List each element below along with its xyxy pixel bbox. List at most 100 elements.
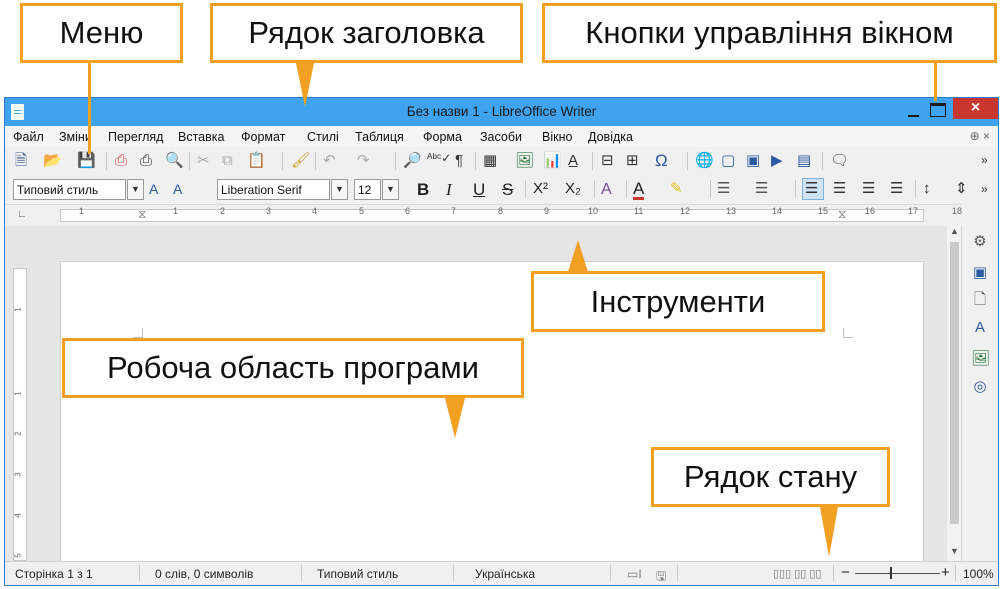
ruler-number: 17 [908, 206, 919, 216]
insert-chart-icon[interactable]: 📊 [543, 153, 562, 168]
paragraph-style-chevron-icon[interactable]: ▼ [127, 179, 144, 200]
sidebar-navigator-icon[interactable]: ◎ [971, 377, 989, 395]
maximize-button[interactable] [930, 103, 946, 117]
cut-icon[interactable]: ✂ [197, 153, 210, 168]
insert-table-icon[interactable]: ▦ [483, 153, 497, 168]
subscript-button[interactable]: X₂ [565, 180, 581, 197]
align-left-icon[interactable]: ☰ [805, 181, 818, 196]
italic-button[interactable]: I [446, 180, 452, 200]
sidebar-gallery-icon[interactable]: 🖼 [971, 349, 990, 367]
scroll-up-icon[interactable]: ▲ [950, 226, 959, 236]
status-page[interactable]: Сторінка 1 з 1 [15, 567, 93, 581]
justify-icon[interactable]: ☰ [890, 181, 903, 196]
menu-tools[interactable]: Засоби [480, 130, 522, 144]
highlight-color-icon[interactable]: ✎ [670, 181, 683, 196]
redo-icon[interactable]: ↷ [357, 153, 370, 168]
menu-form[interactable]: Форма [423, 130, 462, 144]
close-document-icon[interactable]: ⊕ × [970, 129, 990, 143]
line-spacing-icon[interactable]: ↕ [923, 181, 931, 196]
insert-bookmark-icon[interactable]: ▶ [771, 153, 783, 168]
paragraph-style-select[interactable]: Типовий стиль [13, 179, 126, 200]
minimize-button[interactable] [902, 104, 924, 120]
menu-format[interactable]: Формат [241, 130, 285, 144]
vertical-scrollbar[interactable]: ▲ ▼ [947, 226, 961, 562]
print-icon[interactable]: ⎙ [140, 153, 152, 168]
strikethrough-button[interactable]: S [502, 180, 513, 200]
paragraph-spacing-icon[interactable]: ⇕ [955, 181, 968, 196]
status-page-style[interactable]: Типовий стиль [317, 567, 398, 581]
insert-cross-reference-icon[interactable]: ▤ [797, 153, 811, 168]
toolbar-overflow-icon[interactable]: » [981, 154, 988, 166]
superscript-button[interactable]: X² [533, 180, 548, 197]
sidebar-styles-icon[interactable]: A [971, 319, 989, 336]
sidebar-properties-icon[interactable]: ▣ [971, 263, 989, 281]
menu-edit[interactable]: Зміни [59, 130, 92, 144]
zoom-slider-knob[interactable] [890, 567, 892, 579]
view-layout-icon[interactable]: ▯▯▯ ▯▯ ▯▯ [773, 567, 822, 580]
menu-view[interactable]: Перегляд [108, 130, 163, 144]
status-word-count[interactable]: 0 слів, 0 символів [155, 567, 253, 581]
sidebar-settings-icon[interactable]: ⚙ [971, 232, 989, 250]
menu-window[interactable]: Вікно [542, 130, 572, 144]
menu-insert[interactable]: Вставка [178, 130, 224, 144]
export-pdf-icon[interactable]: ⎙ [115, 153, 127, 168]
open-folder-icon[interactable]: 📂 [43, 153, 62, 168]
scrollbar-thumb[interactable] [950, 242, 959, 524]
vertical-ruler[interactable]: 1 1 2 3 4 5 [13, 268, 27, 561]
insert-mode-icon[interactable]: ▭I [627, 567, 642, 581]
sidebar-page-icon[interactable]: 🗋 [971, 289, 989, 314]
insert-comment-icon[interactable]: 🗨 [830, 153, 849, 168]
menu-styles[interactable]: Стилі [307, 130, 339, 144]
paste-icon[interactable]: 📋 [247, 153, 266, 168]
insert-page-break-icon[interactable]: ⊟ [601, 153, 614, 168]
insert-endnote-icon[interactable]: ▣ [746, 153, 760, 168]
new-style-icon[interactable]: A [173, 182, 182, 196]
copy-icon[interactable]: ⧉ [222, 153, 233, 168]
spelling-icon[interactable]: ᴬᵇᶜ✓ [427, 152, 451, 164]
menu-table[interactable]: Таблиця [355, 130, 404, 144]
save-icon[interactable]: 💾 [77, 153, 96, 168]
close-button[interactable]: × [953, 98, 998, 119]
formatting-marks-icon[interactable]: ¶ [455, 153, 463, 168]
tab-stop-icon[interactable]: ∟ [17, 209, 27, 220]
underline-button[interactable]: U [473, 180, 485, 200]
insert-hyperlink-icon[interactable]: 🌐 [695, 153, 714, 168]
indent-marker-icon[interactable]: ⧖ [138, 207, 146, 222]
right-indent-marker-icon[interactable]: ⧖ [838, 207, 846, 222]
insert-textbox-icon[interactable]: A̲ [568, 153, 578, 168]
print-preview-icon[interactable]: 🔍 [165, 153, 184, 168]
update-style-icon[interactable]: A [149, 182, 158, 196]
clear-formatting-icon[interactable]: A [601, 182, 612, 198]
clone-formatting-icon[interactable]: 🖌 [291, 153, 310, 168]
align-right-icon[interactable]: ☰ [862, 181, 875, 196]
find-replace-icon[interactable]: 🔎 [403, 153, 422, 168]
special-character-icon[interactable]: Ω [655, 152, 668, 169]
zoom-in-button[interactable]: + [941, 564, 950, 581]
toolbar2-overflow-icon[interactable]: » [981, 183, 988, 195]
undo-icon[interactable]: ↶ [323, 153, 336, 168]
zoom-out-button[interactable]: − [841, 564, 850, 581]
font-size-chevron-icon[interactable]: ▼ [382, 179, 399, 200]
numbered-list-icon[interactable]: ☰ [755, 181, 768, 196]
zoom-slider[interactable] [855, 573, 940, 574]
insert-image-icon[interactable]: 🖼 [515, 153, 534, 168]
font-color-icon[interactable]: A [633, 180, 645, 200]
align-center-icon[interactable]: ☰ [833, 181, 846, 196]
zoom-level[interactable]: 100% [963, 567, 994, 581]
scroll-down-icon[interactable]: ▼ [950, 546, 959, 556]
font-name-select[interactable]: Liberation Serif [217, 179, 330, 200]
status-language[interactable]: Українська [475, 567, 535, 581]
bold-button[interactable]: B [417, 180, 429, 200]
insert-field-icon[interactable]: ⊞ [626, 153, 639, 168]
menu-file[interactable]: Файл [13, 130, 44, 144]
title-bar[interactable]: Без назви 1 - LibreOffice Writer × [5, 98, 998, 126]
menu-help[interactable]: Довідка [588, 130, 633, 144]
document-modified-icon[interactable]: 🖫 [656, 567, 666, 588]
insert-footnote-icon[interactable]: ▢ [721, 153, 735, 168]
new-document-icon[interactable]: 🗎 [15, 153, 27, 168]
horizontal-ruler[interactable]: ∟ ⧖ ⧖ 1 1 2 3 4 5 6 7 8 9 10 11 12 13 14… [5, 204, 962, 226]
close-document-x[interactable]: × [983, 129, 990, 143]
font-name-chevron-icon[interactable]: ▼ [331, 179, 348, 200]
bullet-list-icon[interactable]: ☰ [717, 181, 730, 196]
font-size-select[interactable]: 12 [354, 179, 381, 200]
